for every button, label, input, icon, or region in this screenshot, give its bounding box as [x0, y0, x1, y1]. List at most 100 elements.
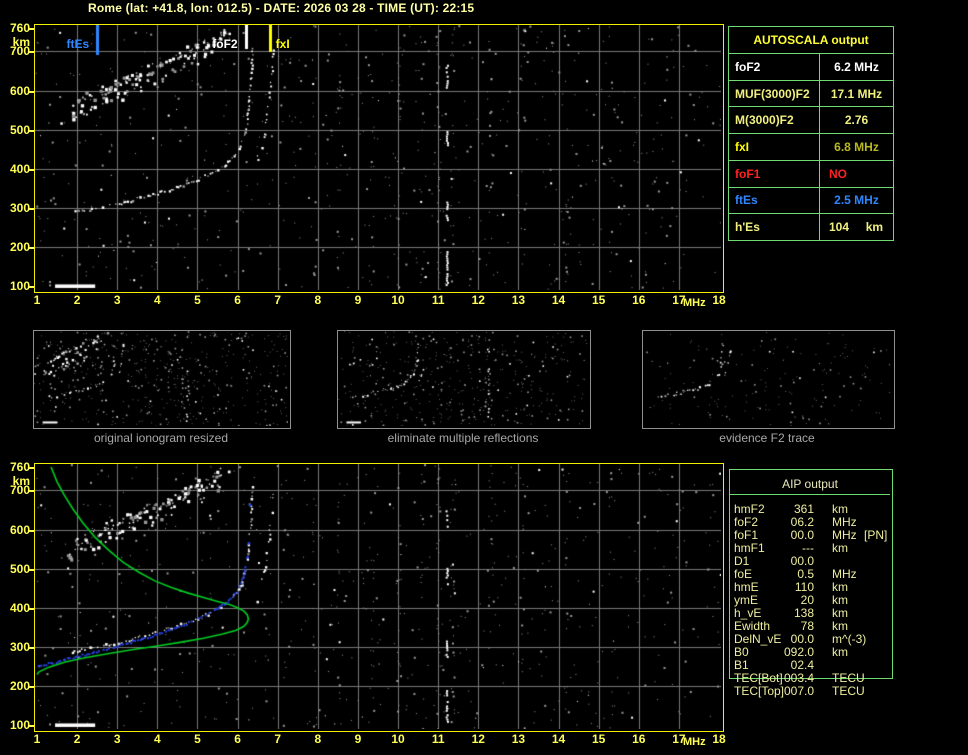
- bottom-plot-xunit-label: MHz: [683, 736, 706, 748]
- top-plot-xtick-3: 3: [114, 293, 121, 307]
- top-plot-xtick-2: 2: [74, 293, 81, 307]
- bottom-plot-xtick-12: 12: [472, 732, 485, 746]
- bottom-plot-xtick-13: 13: [512, 732, 525, 746]
- bottom-plot-xtick-4: 4: [154, 732, 161, 746]
- autoscala-row-foF2: foF26.2 MHz: [729, 54, 893, 81]
- aip-row-hmF1: hmF1---km: [730, 542, 900, 555]
- autoscala-row-fxI: fxI6.8 MHz: [729, 134, 893, 161]
- top-plot-xtick-8: 8: [314, 293, 321, 307]
- bottom-ionogram-canvas: [35, 464, 721, 729]
- top-plot-xtick-10: 10: [391, 293, 404, 307]
- thumbnail-caption-original: original ionogram resized: [94, 431, 228, 445]
- bottom-plot-xtick-7: 7: [274, 732, 281, 746]
- page-title: Rome (lat: +41.8, lon: 012.5) - DATE: 20…: [88, 1, 474, 15]
- aip-row-D1: D100.0: [730, 555, 900, 568]
- top-plot-xtick-11: 11: [432, 293, 445, 307]
- top-plot-xtick-7: 7: [274, 293, 281, 307]
- aip-row-value: 007.0: [750, 685, 814, 698]
- autoscala-row-value: 17.1 MHz: [820, 81, 893, 107]
- top-plot-ytick-600: 600: [0, 84, 30, 98]
- bottom-plot-xtick-2: 2: [74, 732, 81, 746]
- top-plot-ytick-760: 760: [0, 21, 30, 35]
- top-plot-xtick-4: 4: [154, 293, 161, 307]
- top-plot-xtick-6: 6: [234, 293, 241, 307]
- aip-table-rows: hmF2361kmfoF206.2MHzfoF100.0MHz[PN]hmF1-…: [730, 503, 900, 698]
- top-plot-xtick-12: 12: [472, 293, 485, 307]
- bottom-plot-xtick-5: 5: [194, 732, 201, 746]
- bottom-plot-ytick-100: 100: [0, 718, 30, 732]
- bottom-ionogram-plot: [34, 463, 724, 732]
- thumbnail-original-canvas: [34, 331, 288, 426]
- bottom-plot-xtick-10: 10: [391, 732, 404, 746]
- bottom-plot-ytick-400: 400: [0, 601, 30, 615]
- bottom-plot-ytick-760: 760: [0, 460, 30, 474]
- top-plot-xtick-18: 18: [712, 293, 725, 307]
- aip-row-TEC[Top]: TEC[Top]007.0TECU: [730, 685, 900, 698]
- autoscala-app-window: { "window": { "title": "Rome (lat: +41.8…: [0, 0, 968, 755]
- top-plot-xunit-label: MHz: [683, 297, 706, 309]
- autoscala-output-table: AUTOSCALA outputfoF26.2 MHzMUF(3000)F217…: [728, 26, 894, 241]
- top-plot-ytick-100: 100: [0, 279, 30, 293]
- bottom-plot-xtick-15: 15: [592, 732, 605, 746]
- bottom-plot-ytick-700: 700: [0, 483, 30, 497]
- top-plot-xtick-9: 9: [355, 293, 362, 307]
- autoscala-row-label: h'Es: [729, 214, 820, 240]
- aip-row-unit: TECU: [832, 685, 865, 698]
- bottom-plot-xtick-17: 17: [672, 732, 685, 746]
- thumbnail-f2-trace: [642, 330, 895, 429]
- top-plot-xtick-15: 15: [592, 293, 605, 307]
- aip-header-divider: [730, 494, 890, 495]
- autoscala-row-label: foF1: [729, 161, 820, 187]
- bottom-plot-ytick-600: 600: [0, 523, 30, 537]
- top-plot-xtick-1: 1: [34, 293, 41, 307]
- top-plot-ytick-500: 500: [0, 123, 30, 137]
- top-plot-ytick-200: 200: [0, 240, 30, 254]
- top-plot-yunit-label: km: [0, 35, 30, 49]
- top-ionogram-canvas: [35, 25, 721, 290]
- top-plot-xtick-17: 17: [672, 293, 685, 307]
- aip-output-table: AIP output hmF2361kmfoF206.2MHzfoF100.0M…: [729, 469, 893, 679]
- autoscala-row-label: fxI: [729, 134, 820, 160]
- bottom-plot-xtick-6: 6: [234, 732, 241, 746]
- autoscala-row-label: M(3000)F2: [729, 107, 820, 133]
- aip-row-B0: B0092.0km: [730, 646, 900, 659]
- aip-row-unit: km: [832, 646, 848, 659]
- autoscala-row-MUF(3000)F2: MUF(3000)F217.1 MHz: [729, 81, 893, 108]
- top-plot-xtick-16: 16: [632, 293, 645, 307]
- aip-row-unit: km: [832, 542, 848, 555]
- top-plot-xtick-5: 5: [194, 293, 201, 307]
- thumbnail-caption-no-multiples: eliminate multiple reflections: [388, 431, 539, 445]
- autoscala-row-h'Es: h'Es104 km: [729, 214, 893, 240]
- autoscala-row-value: 6.8 MHz: [820, 134, 893, 160]
- bottom-plot-xtick-18: 18: [712, 732, 725, 746]
- autoscala-row-label: ftEs: [729, 188, 820, 214]
- autoscala-row-label: MUF(3000)F2: [729, 81, 820, 107]
- bottom-plot-xtick-11: 11: [432, 732, 445, 746]
- thumbnail-no-multiples: [337, 330, 591, 429]
- bottom-plot-xtick-16: 16: [632, 732, 645, 746]
- top-plot-ytick-400: 400: [0, 162, 30, 176]
- top-plot-xtick-13: 13: [512, 293, 525, 307]
- top-plot-ytick-300: 300: [0, 201, 30, 215]
- autoscala-row-value: 104 km: [820, 214, 893, 240]
- bottom-plot-xtick-8: 8: [314, 732, 321, 746]
- thumbnail-original-ionogram: [33, 330, 291, 429]
- autoscala-row-value: 2.5 MHz: [820, 188, 893, 214]
- aip-table-header: AIP output: [730, 477, 890, 491]
- thumbnail-caption-f2-trace: evidence F2 trace: [719, 431, 814, 445]
- top-plot-ytick-700: 700: [0, 44, 30, 58]
- autoscala-row-label: foF2: [729, 54, 820, 80]
- autoscala-row-value: 6.2 MHz: [820, 54, 893, 80]
- autoscala-row-ftEs: ftEs2.5 MHz: [729, 188, 893, 215]
- autoscala-row-foF1: foF1NO: [729, 161, 893, 188]
- autoscala-row-M(3000)F2: M(3000)F22.76: [729, 107, 893, 134]
- top-plot-xtick-14: 14: [552, 293, 565, 307]
- autoscala-row-value: NO: [820, 161, 893, 187]
- top-ionogram-plot: [34, 24, 724, 293]
- bottom-plot-ytick-500: 500: [0, 562, 30, 576]
- aip-row-DelN_vE: DelN_vE00.0m^(-3): [730, 633, 900, 646]
- bottom-plot-xtick-3: 3: [114, 732, 121, 746]
- autoscala-table-title: AUTOSCALA output: [729, 27, 893, 54]
- bottom-plot-xtick-9: 9: [355, 732, 362, 746]
- bottom-plot-ytick-300: 300: [0, 640, 30, 654]
